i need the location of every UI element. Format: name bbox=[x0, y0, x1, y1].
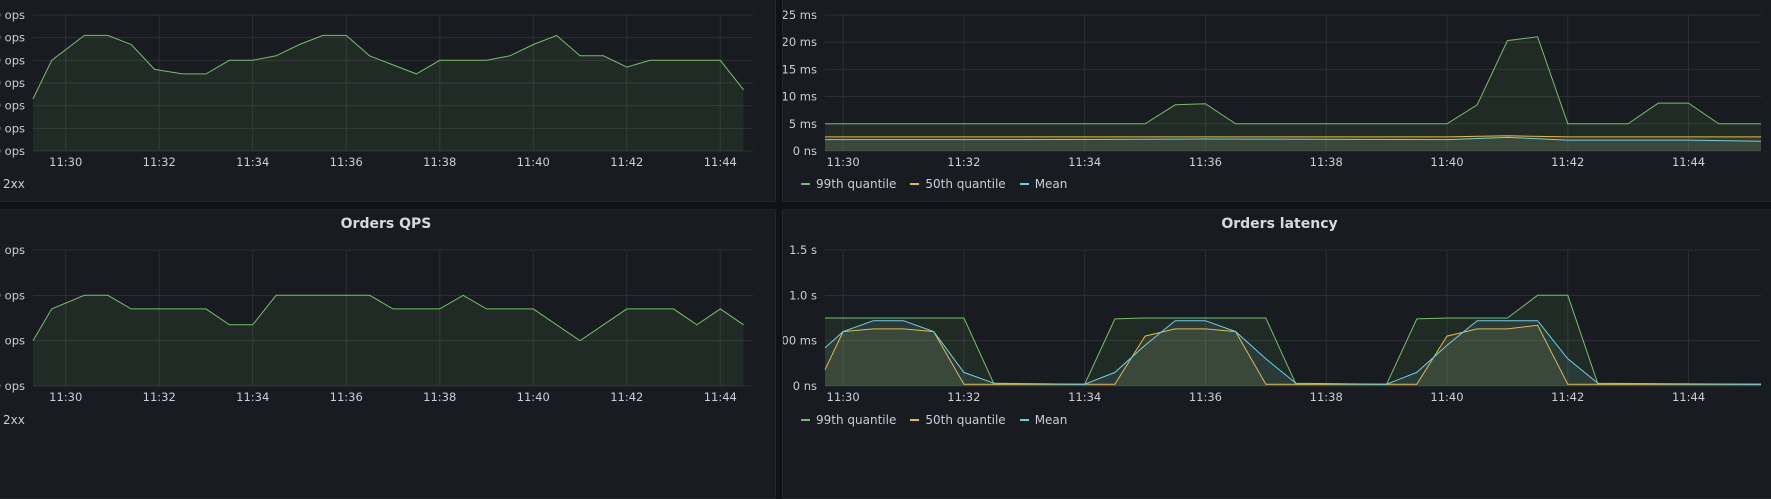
y-tick-label: 25 ms bbox=[783, 8, 817, 22]
y-tick-label: 0 ops bbox=[0, 144, 25, 158]
x-tick-label: 11:34 bbox=[236, 390, 269, 404]
legend-swatch bbox=[1019, 183, 1029, 185]
legend-label: 2xx bbox=[3, 177, 25, 191]
legend-swatch bbox=[910, 183, 920, 185]
x-tick-label: 11:44 bbox=[704, 390, 737, 404]
x-tick-label: 11:32 bbox=[947, 390, 980, 404]
panel-top-left[interactable]: 0 ops 0 ops 0 ops 0 ops 0 ops 0 ops 0 ops 11:30… bbox=[0, 0, 776, 202]
x-tick-label: 11:44 bbox=[1672, 155, 1705, 169]
x-tick-label: 11:42 bbox=[610, 155, 643, 169]
x-tick-label: 11:44 bbox=[704, 155, 737, 169]
y-tick-label: 5 ms bbox=[789, 117, 817, 131]
y-tick-label: 10 ms bbox=[783, 90, 817, 104]
x-tick-label: 11:42 bbox=[1551, 155, 1584, 169]
panel-title: Orders latency bbox=[1221, 216, 1338, 232]
panel-orders-latency[interactable]: Orders latency 0 ns 500 ms 1.0 s 1.5 s 11:30… bbox=[782, 209, 1771, 499]
series-area-0 bbox=[825, 36, 1761, 151]
chart-top-right: 0 ns 5 ms 10 ms 15 ms 20 ms 25 ms 11:30 11:32 11… bbox=[783, 8, 1762, 169]
x-tick-label: 11:36 bbox=[330, 390, 363, 404]
y-tick-label: 0 ops bbox=[0, 379, 25, 393]
x-tick-label: 11:32 bbox=[947, 155, 980, 169]
x-tick-label: 11:42 bbox=[1551, 390, 1584, 404]
x-tick-label: 11:40 bbox=[517, 390, 550, 404]
legend-swatch bbox=[1019, 419, 1029, 421]
panel-orders-qps[interactable]: Orders QPS 0 ops 5 ops 0 ops 5 ops 11:30 11:3… bbox=[0, 209, 776, 499]
x-tick-label: 11:30 bbox=[49, 155, 82, 169]
x-tick-label: 11:34 bbox=[236, 155, 269, 169]
legend-top-right: 99th quantile 50th quantile Mean bbox=[801, 177, 1067, 191]
y-tick-label: 0 ops bbox=[0, 99, 25, 113]
x-tick-label: 11:38 bbox=[1310, 155, 1343, 169]
legend-item[interactable]: 2xx bbox=[3, 177, 25, 191]
chart-top-left: 0 ops 0 ops 0 ops 0 ops 0 ops 0 ops 0 ops 11:30… bbox=[0, 8, 753, 169]
legend-label: 2xx bbox=[3, 413, 25, 427]
legend-orders-latency: 99th quantile 50th quantile Mean bbox=[801, 413, 1067, 427]
x-tick-label: 11:44 bbox=[1672, 390, 1705, 404]
x-tick-label: 11:40 bbox=[517, 155, 550, 169]
legend-swatch bbox=[801, 419, 810, 421]
y-tick-label: 0 ops bbox=[0, 76, 25, 90]
legend-label: Mean bbox=[1034, 177, 1068, 191]
legend-label: 99th quantile bbox=[816, 177, 897, 191]
y-tick-label: 20 ms bbox=[783, 35, 817, 49]
x-tick-label: 11:36 bbox=[1189, 390, 1222, 404]
legend-label: Mean bbox=[1034, 413, 1068, 427]
x-tick-label: 11:38 bbox=[1310, 390, 1343, 404]
y-tick-label: 0 ops bbox=[0, 121, 25, 135]
x-tick-label: 11:42 bbox=[610, 390, 643, 404]
legend-swatch bbox=[801, 183, 810, 185]
legend-label: 50th quantile bbox=[925, 177, 1006, 191]
legend-orders-qps: 2xx bbox=[3, 413, 25, 427]
x-tick-label: 11:36 bbox=[330, 155, 363, 169]
legend-label: 50th quantile bbox=[925, 413, 1006, 427]
y-tick-label: 1.0 s bbox=[789, 288, 817, 302]
legend-top-left: 2xx bbox=[3, 177, 25, 191]
chart-orders-qps: 0 ops 5 ops 0 ops 5 ops 11:30 11:32 11:34 11:36… bbox=[0, 243, 753, 404]
x-tick-label: 11:40 bbox=[1430, 390, 1463, 404]
y-tick-label: 500 ms bbox=[783, 334, 817, 348]
legend-label: 99th quantile bbox=[816, 413, 897, 427]
x-tick-label: 11:40 bbox=[1430, 155, 1463, 169]
y-tick-label: 5 ops bbox=[0, 334, 25, 348]
legend-item[interactable]: Mean bbox=[1019, 413, 1068, 427]
legend-item[interactable]: 99th quantile bbox=[801, 413, 896, 427]
x-tick-label: 11:34 bbox=[1068, 155, 1101, 169]
x-tick-label: 11:34 bbox=[1068, 390, 1101, 404]
series-line-0 bbox=[825, 36, 1761, 125]
y-tick-label: 1.5 s bbox=[789, 243, 817, 257]
legend-item[interactable]: 50th quantile bbox=[910, 177, 1006, 191]
x-tick-label: 11:30 bbox=[827, 390, 860, 404]
y-tick-label: 0 ops bbox=[0, 53, 25, 67]
legend-swatch bbox=[910, 419, 920, 421]
x-tick-label: 11:38 bbox=[423, 155, 456, 169]
legend-item[interactable]: 99th quantile bbox=[801, 177, 896, 191]
x-tick-label: 11:30 bbox=[827, 155, 860, 169]
y-tick-label: 5 ops bbox=[0, 243, 25, 257]
y-tick-label: 0 ops bbox=[0, 31, 25, 45]
legend-item[interactable]: 2xx bbox=[3, 413, 25, 427]
chart-orders-latency: 0 ns 500 ms 1.0 s 1.5 s 11:30 11:32 11:34 11:36… bbox=[783, 243, 1762, 404]
legend-item[interactable]: 50th quantile bbox=[910, 413, 1006, 427]
x-tick-label: 11:30 bbox=[49, 390, 82, 404]
y-tick-label: 15 ms bbox=[783, 62, 817, 76]
x-tick-label: 11:32 bbox=[143, 390, 176, 404]
x-tick-label: 11:32 bbox=[143, 155, 176, 169]
y-tick-label: 0 ns bbox=[793, 379, 817, 393]
panel-top-right[interactable]: 0 ns 5 ms 10 ms 15 ms 20 ms 25 ms 11:30 11:32 11… bbox=[782, 0, 1771, 202]
y-tick-label: 0 ns bbox=[793, 144, 817, 158]
x-tick-label: 11:36 bbox=[1189, 155, 1222, 169]
y-tick-label: 0 ops bbox=[0, 288, 25, 302]
y-tick-label: 0 ops bbox=[0, 8, 25, 22]
panel-title: Orders QPS bbox=[340, 216, 432, 232]
legend-item[interactable]: Mean bbox=[1019, 177, 1068, 191]
x-tick-label: 11:38 bbox=[423, 390, 456, 404]
